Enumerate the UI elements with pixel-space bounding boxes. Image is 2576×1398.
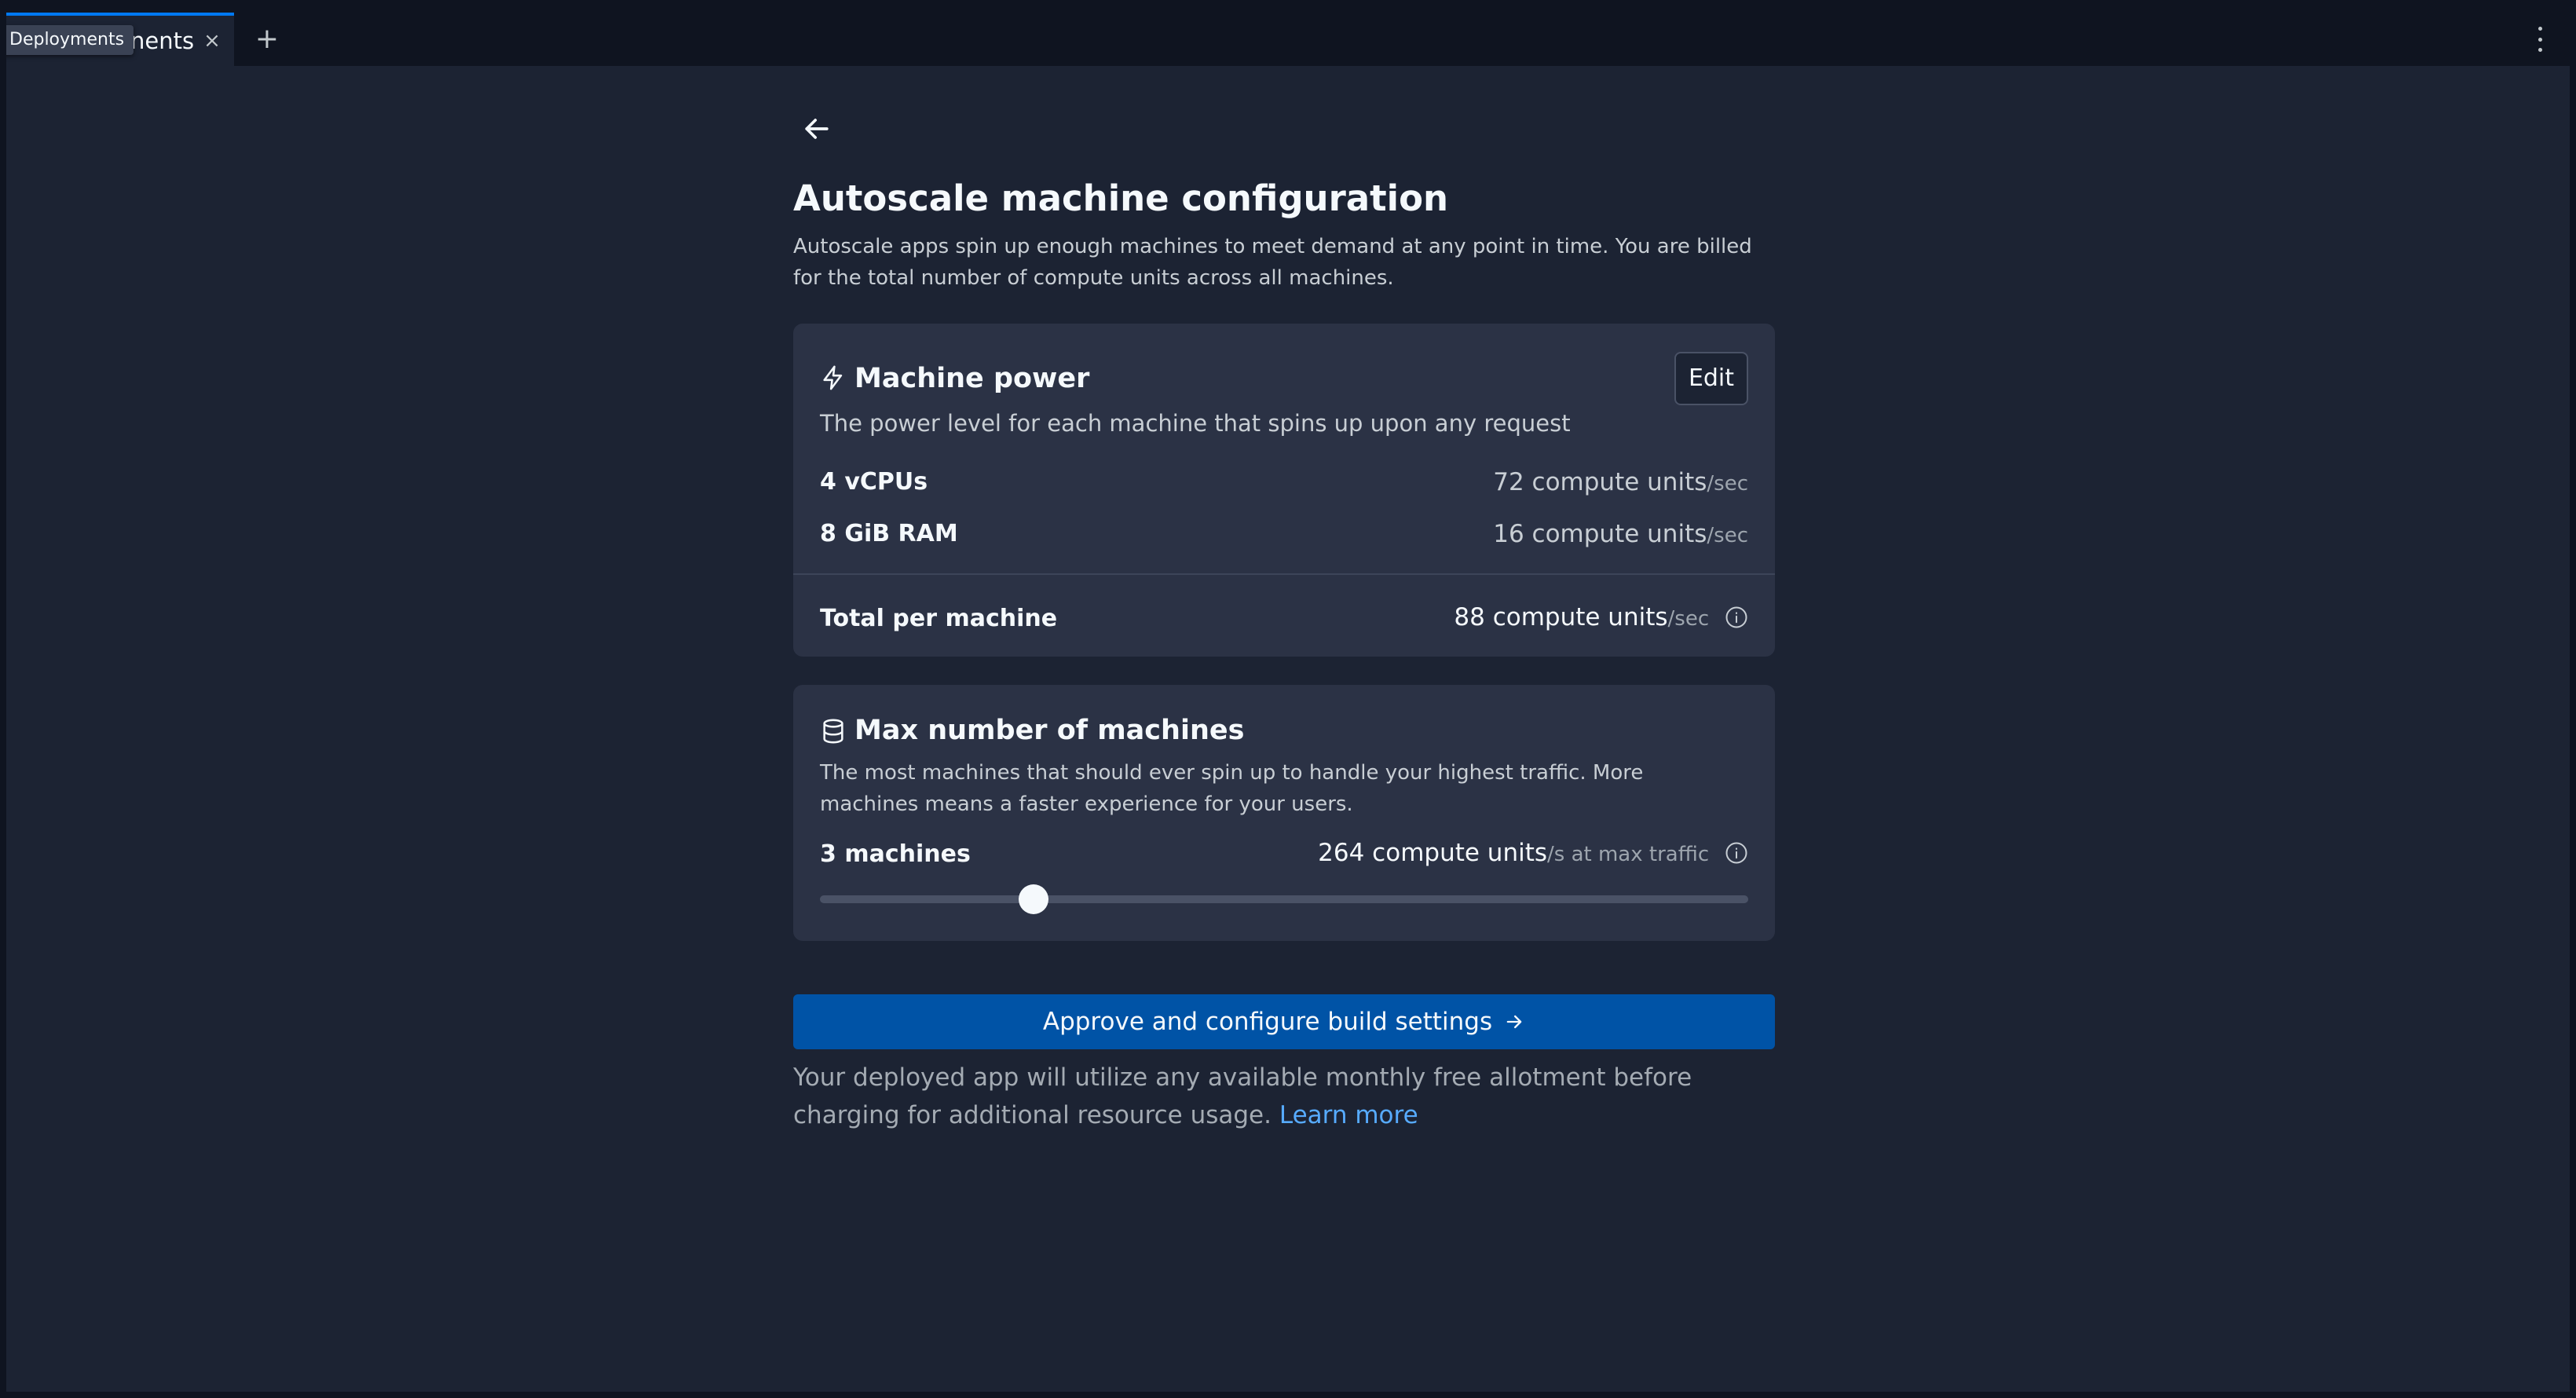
vcpu-units: 72 compute units xyxy=(1493,468,1707,496)
divider xyxy=(793,573,1775,575)
database-icon xyxy=(823,719,843,744)
machines-count: 3 machines xyxy=(820,840,971,868)
vcpu-value: 72 compute units/sec xyxy=(1493,468,1748,496)
more-vertical-icon[interactable] xyxy=(2534,27,2546,52)
ram-value: 16 compute units/sec xyxy=(1493,520,1748,548)
billing-footnote: Your deployed app will utilize any avail… xyxy=(793,1059,1775,1134)
card-subtitle: The power level for each machine that sp… xyxy=(820,410,1571,437)
vcpu-unit: /sec xyxy=(1707,472,1748,496)
edit-button[interactable]: Edit xyxy=(1674,352,1748,405)
max-traffic-value: 264 compute units/s at max traffic xyxy=(1318,839,1748,867)
total-value: 88 compute units/sec xyxy=(1454,603,1748,631)
info-icon[interactable] xyxy=(1725,841,1748,865)
ram-unit: /sec xyxy=(1707,524,1748,547)
approve-button[interactable]: Approve and configure build settings xyxy=(793,994,1775,1049)
tab-label: nents xyxy=(130,27,195,54)
card-title: Machine power xyxy=(854,363,1090,394)
ram-units: 16 compute units xyxy=(1493,520,1707,548)
total-units: 88 compute units xyxy=(1454,603,1668,631)
card-description: The most machines that should ever spin … xyxy=(820,761,1644,816)
page-description: Autoscale apps spin up enough machines t… xyxy=(793,235,1752,290)
info-icon[interactable] xyxy=(1725,606,1748,629)
tab-deployments[interactable]: nents × Deployments xyxy=(6,13,234,66)
total-label: Total per machine xyxy=(820,605,1058,632)
vcpu-label: 4 vCPUs xyxy=(820,468,928,496)
arrow-right-icon xyxy=(1506,1015,1522,1029)
close-icon[interactable]: × xyxy=(201,30,223,52)
total-unit: /sec xyxy=(1667,607,1710,631)
page-title: Autoscale machine configuration xyxy=(793,177,1449,219)
learn-more-link[interactable]: Learn more xyxy=(1279,1101,1418,1129)
ram-label: 8 GiB RAM xyxy=(820,520,958,547)
max-traffic-unit: /s at max traffic xyxy=(1547,843,1710,866)
arrow-left-icon xyxy=(805,119,829,139)
max-machines-card: Max number of machines The most machines… xyxy=(793,685,1775,941)
back-button[interactable] xyxy=(800,112,834,146)
tab-bar: nents × Deployments + xyxy=(6,13,2570,66)
card-title: Max number of machines xyxy=(854,715,1245,746)
approve-label: Approve and configure build settings xyxy=(1042,1008,1493,1036)
lightning-icon xyxy=(823,365,843,390)
app-window: nents × Deployments + Autoscale machine … xyxy=(6,13,2570,1392)
max-traffic-units: 264 compute units xyxy=(1318,839,1548,867)
plus-icon[interactable]: + xyxy=(251,24,283,55)
footnote-text: Your deployed app will utilize any avail… xyxy=(793,1063,1692,1129)
machine-power-card: Machine power The power level for each m… xyxy=(793,324,1775,657)
machines-slider[interactable] xyxy=(820,884,1748,914)
slider-thumb[interactable] xyxy=(1018,884,1048,914)
tab-tooltip: Deployments xyxy=(6,25,134,55)
